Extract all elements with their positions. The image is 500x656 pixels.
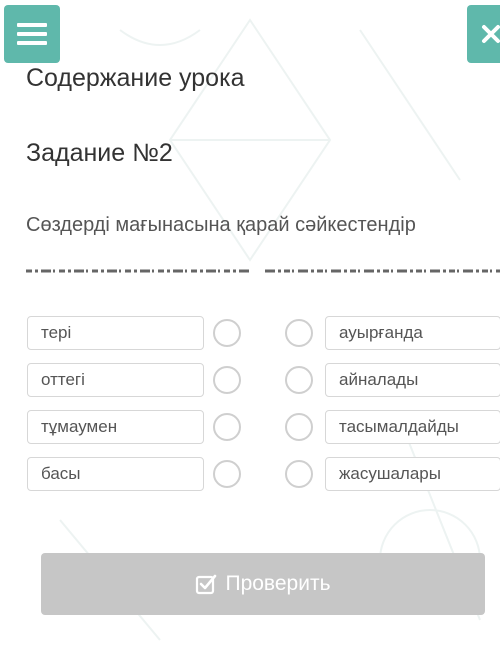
left-match-item[interactable]: оттегі [27, 363, 204, 397]
lesson-title: Содержание урока [26, 64, 245, 92]
check-button-label: Проверить [225, 572, 331, 595]
right-connector-radio[interactable] [285, 366, 313, 394]
left-connector-radio[interactable] [213, 460, 241, 488]
menu-button[interactable] [4, 5, 60, 63]
left-connector-radio[interactable] [213, 413, 241, 441]
close-button[interactable] [467, 5, 500, 63]
left-connector-radio[interactable] [213, 319, 241, 347]
right-connector-radio[interactable] [285, 460, 313, 488]
hamburger-icon [17, 23, 47, 45]
right-column-divider [265, 269, 500, 273]
check-square-icon [196, 574, 217, 595]
right-match-item[interactable]: айналады [325, 363, 500, 397]
left-match-item[interactable]: басы [27, 457, 204, 491]
close-icon [482, 25, 500, 43]
left-column-divider [26, 269, 251, 273]
left-match-item[interactable]: тұмаумен [27, 410, 204, 444]
left-connector-radio[interactable] [213, 366, 241, 394]
right-match-item[interactable]: жасушалары [325, 457, 500, 491]
right-match-item[interactable]: ауырғанда [325, 316, 500, 350]
task-instruction: Сөздерді мағынасына қарай сәйкестендір [26, 214, 416, 236]
right-connector-radio[interactable] [285, 319, 313, 347]
left-match-item[interactable]: тері [27, 316, 204, 350]
right-connector-radio[interactable] [285, 413, 313, 441]
task-title: Задание №2 [26, 139, 173, 167]
check-button[interactable]: Проверить [41, 553, 485, 615]
right-match-item[interactable]: тасымалдайды [325, 410, 500, 444]
